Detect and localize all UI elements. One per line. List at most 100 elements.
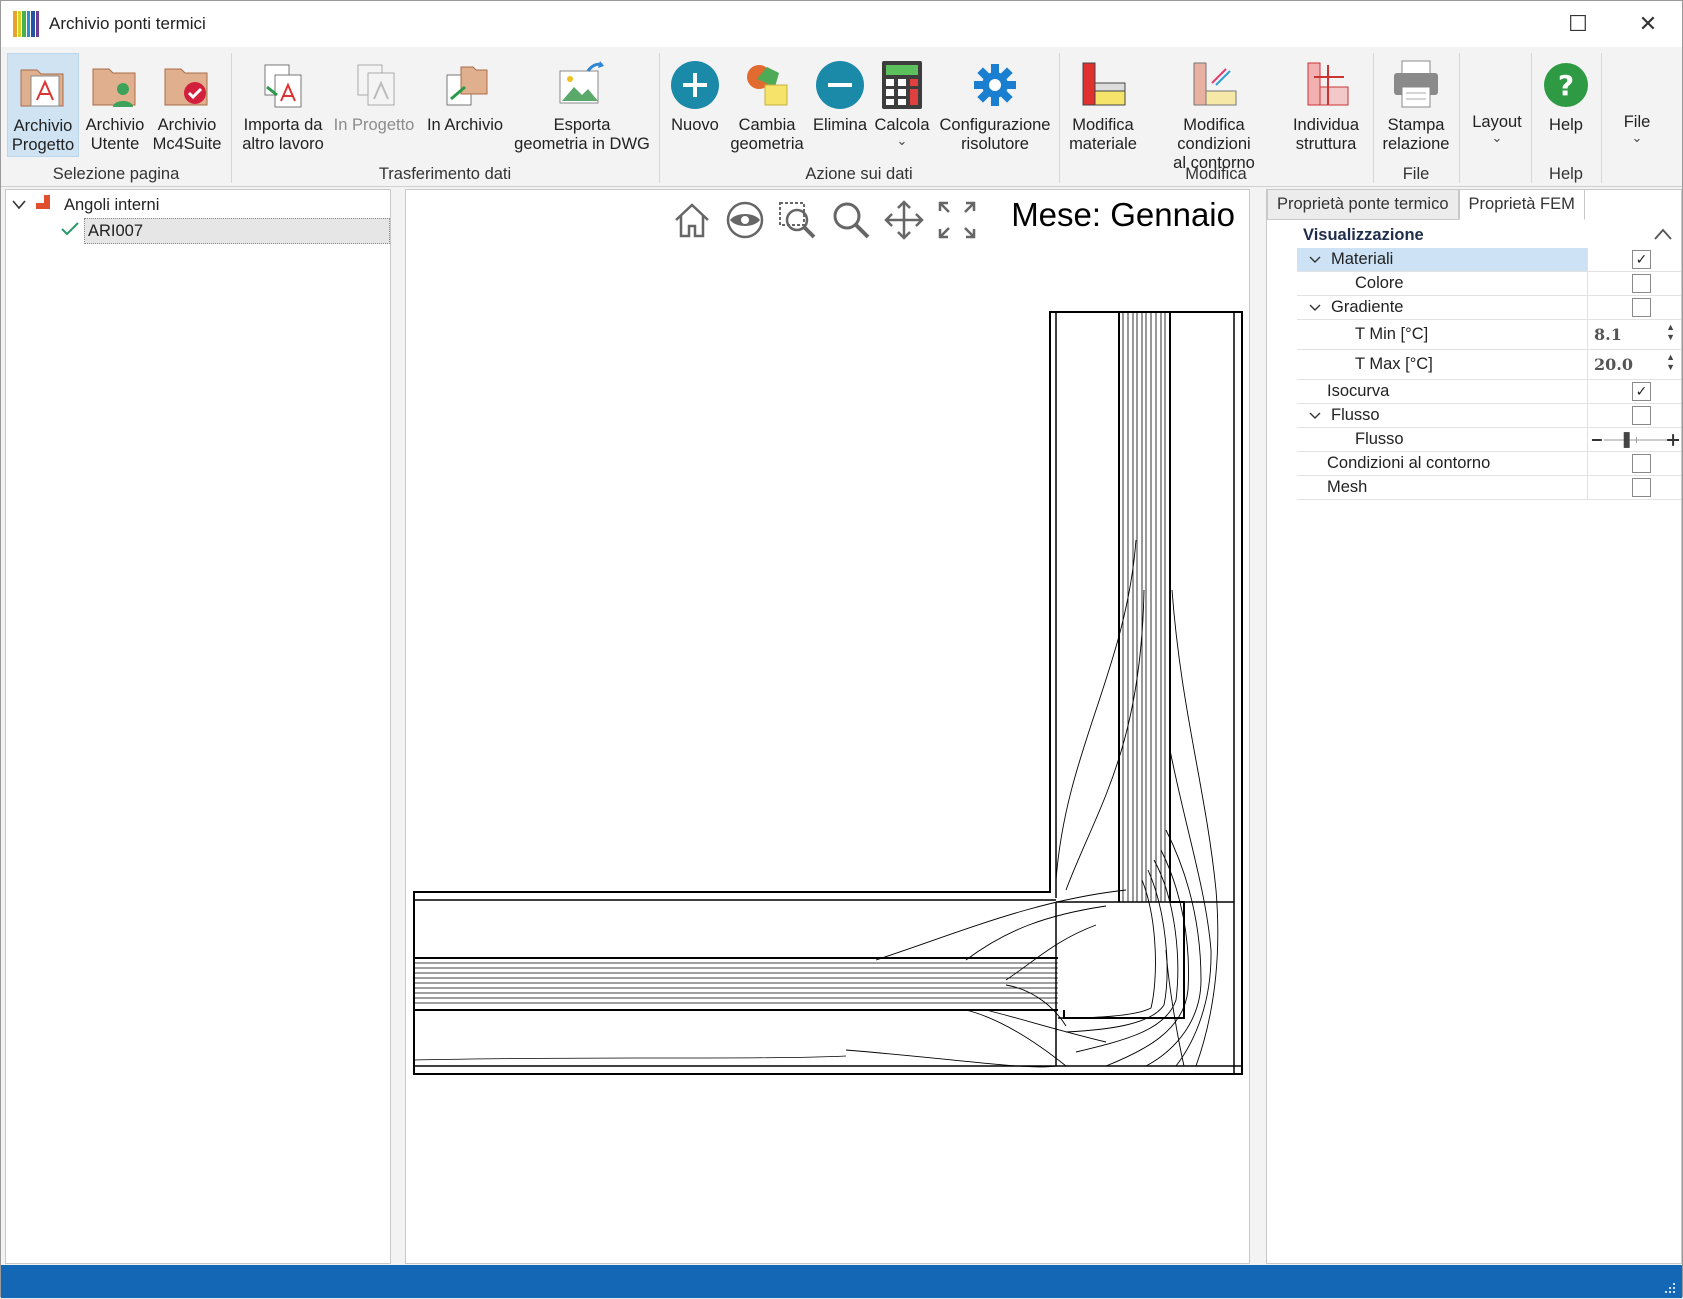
archivio-progetto-button[interactable]: Archivio Progetto	[7, 53, 79, 157]
configurazione-risolutore-button[interactable]: Configurazione risolutore	[935, 53, 1055, 157]
chevron-up-icon[interactable]	[1653, 227, 1673, 246]
prop-row-isocurva[interactable]: Isocurva ✓	[1297, 380, 1681, 404]
folder-project-icon	[15, 58, 71, 114]
isocurva-checkbox[interactable]: ✓	[1632, 382, 1651, 401]
spinner-icon[interactable]: ▲ ▼	[1666, 352, 1675, 372]
chevron-down-icon: ⌄	[1631, 130, 1643, 145]
prop-row-flusso[interactable]: Flusso	[1297, 404, 1681, 428]
export-image-icon	[554, 57, 610, 113]
archivio-mc4suite-button[interactable]: Archivio Mc4Suite	[151, 53, 223, 157]
tree-item-ari007[interactable]: ARI007	[60, 218, 390, 244]
in-archivio-button[interactable]: In Archivio	[423, 53, 507, 157]
prop-row-colore[interactable]: Colore	[1297, 272, 1681, 296]
prop-label: Flusso	[1355, 430, 1404, 448]
transfer-to-project-icon	[346, 57, 402, 113]
configurazione-label: Configurazione risolutore	[939, 116, 1051, 153]
tmin-input[interactable]: 8.1 ▲ ▼	[1587, 320, 1681, 349]
printer-icon	[1388, 57, 1444, 113]
prop-row-tmax[interactable]: T Max [°C] 20.0 ▲ ▼	[1297, 350, 1681, 380]
prop-label: Materiali	[1331, 250, 1394, 268]
material-icon	[1075, 57, 1131, 113]
importa-button[interactable]: Importa da altro lavoro	[239, 53, 327, 157]
help-button[interactable]: ? Help	[1539, 53, 1593, 157]
chevron-down-icon[interactable]	[1309, 409, 1323, 423]
minus-circle-icon	[812, 57, 868, 113]
tmax-input[interactable]: 20.0 ▲ ▼	[1587, 350, 1681, 379]
prop-label: Flusso	[1331, 406, 1380, 424]
colore-checkbox[interactable]	[1632, 274, 1651, 293]
archivio-utente-button[interactable]: Archivio Utente	[81, 53, 149, 157]
help-icon: ?	[1538, 57, 1594, 113]
cambia-label: Cambia geometria	[730, 116, 804, 153]
thermal-bridge-drawing	[413, 311, 1243, 1075]
boundary-conditions-icon	[1186, 57, 1242, 113]
ribbon-separator	[231, 53, 232, 183]
prop-label: Isocurva	[1327, 382, 1390, 400]
in-archivio-label: In Archivio	[426, 116, 504, 134]
ribbon-separator	[1531, 53, 1532, 183]
archivio-utente-label: Archivio Utente	[85, 116, 145, 153]
chevron-down-icon: ⌄	[896, 133, 908, 148]
shapes-icon	[739, 57, 795, 113]
stampa-label: Stampa relazione	[1382, 116, 1450, 153]
flusso-checkbox[interactable]	[1632, 406, 1651, 425]
layout-button[interactable]: Layout ⌄	[1465, 53, 1529, 157]
prop-row-materiali[interactable]: Materiali ✓	[1297, 248, 1681, 272]
mesh-checkbox[interactable]	[1632, 478, 1651, 497]
corner-icon	[36, 194, 58, 216]
nuovo-button[interactable]: Nuovo	[665, 53, 725, 157]
calcola-button[interactable]: Calcola ⌄	[873, 53, 931, 157]
elimina-button[interactable]: Elimina	[809, 53, 871, 157]
modifica-materiale-button[interactable]: Modifica materiale	[1065, 53, 1141, 157]
close-button[interactable]: ✕	[1616, 1, 1680, 47]
prop-row-flusso-slider[interactable]: Flusso	[1297, 428, 1681, 452]
stampa-relazione-button[interactable]: Stampa relazione	[1379, 53, 1453, 157]
prop-row-condizioni[interactable]: Condizioni al contorno	[1297, 452, 1681, 476]
prop-label: T Min [°C]	[1355, 325, 1429, 343]
prop-label: Mesh	[1327, 478, 1368, 496]
slider-thumb[interactable]	[1623, 431, 1630, 448]
gradiente-checkbox[interactable]	[1632, 298, 1651, 317]
section-title: Visualizzazione	[1303, 225, 1424, 244]
tree-item-angoli-interni[interactable]: Angoli interni	[12, 192, 159, 218]
chevron-down-icon[interactable]	[1309, 253, 1323, 267]
properties-panel: Proprietà ponte termico Proprietà FEM Vi…	[1266, 189, 1682, 1264]
spinner-icon[interactable]: ▲ ▼	[1666, 322, 1675, 342]
ribbon-separator	[1601, 53, 1602, 183]
cambia-geometria-button[interactable]: Cambia geometria	[727, 53, 807, 157]
prop-row-mesh[interactable]: Mesh	[1297, 476, 1681, 500]
modifica-condizioni-button[interactable]: Modifica condizioni al contorno	[1145, 53, 1283, 172]
project-tree: Angoli interni ARI007	[5, 189, 391, 1264]
import-icon	[255, 57, 311, 113]
resize-grip-icon[interactable]	[1662, 1280, 1676, 1294]
materiali-checkbox[interactable]: ✓	[1632, 250, 1651, 269]
ribbon-separator	[659, 53, 660, 183]
tmax-value: 20.0	[1594, 355, 1633, 374]
chevron-down-icon[interactable]	[12, 198, 30, 213]
ribbon-separator	[1373, 53, 1374, 183]
file-menu-button[interactable]: File ⌄	[1607, 53, 1667, 157]
flusso-slider[interactable]	[1587, 428, 1681, 451]
esporta-dwg-button[interactable]: Esporta geometria in DWG	[513, 53, 651, 157]
status-bar	[1, 1265, 1682, 1298]
section-visualizzazione[interactable]: Visualizzazione	[1267, 222, 1681, 248]
tab-proprieta-ponte-termico[interactable]: Proprietà ponte termico	[1267, 189, 1459, 220]
transfer-to-archive-icon	[437, 57, 493, 113]
esporta-label: Esporta geometria in DWG	[514, 116, 650, 153]
svg-text:?: ?	[1558, 69, 1574, 102]
prop-row-tmin[interactable]: T Min [°C] 8.1 ▲ ▼	[1297, 320, 1681, 350]
prop-label: Condizioni al contorno	[1327, 454, 1491, 472]
in-progetto-button[interactable]: In Progetto	[331, 53, 417, 157]
chevron-down-icon[interactable]	[1309, 301, 1323, 315]
prop-label: T Max [°C]	[1355, 355, 1433, 373]
condizioni-checkbox[interactable]	[1632, 454, 1651, 473]
individua-struttura-button[interactable]: Individua struttura	[1287, 53, 1365, 157]
drawing-canvas[interactable]: Mese: Gennaio	[405, 189, 1250, 1264]
ribbon-separator	[1059, 53, 1060, 183]
prop-row-gradiente[interactable]: Gradiente	[1297, 296, 1681, 320]
tab-proprieta-fem[interactable]: Proprietà FEM	[1458, 189, 1585, 220]
elimina-label: Elimina	[812, 116, 868, 134]
maximize-button[interactable]: ☐	[1546, 1, 1610, 47]
nuovo-label: Nuovo	[671, 116, 719, 134]
maximize-icon: ☐	[1568, 11, 1588, 36]
